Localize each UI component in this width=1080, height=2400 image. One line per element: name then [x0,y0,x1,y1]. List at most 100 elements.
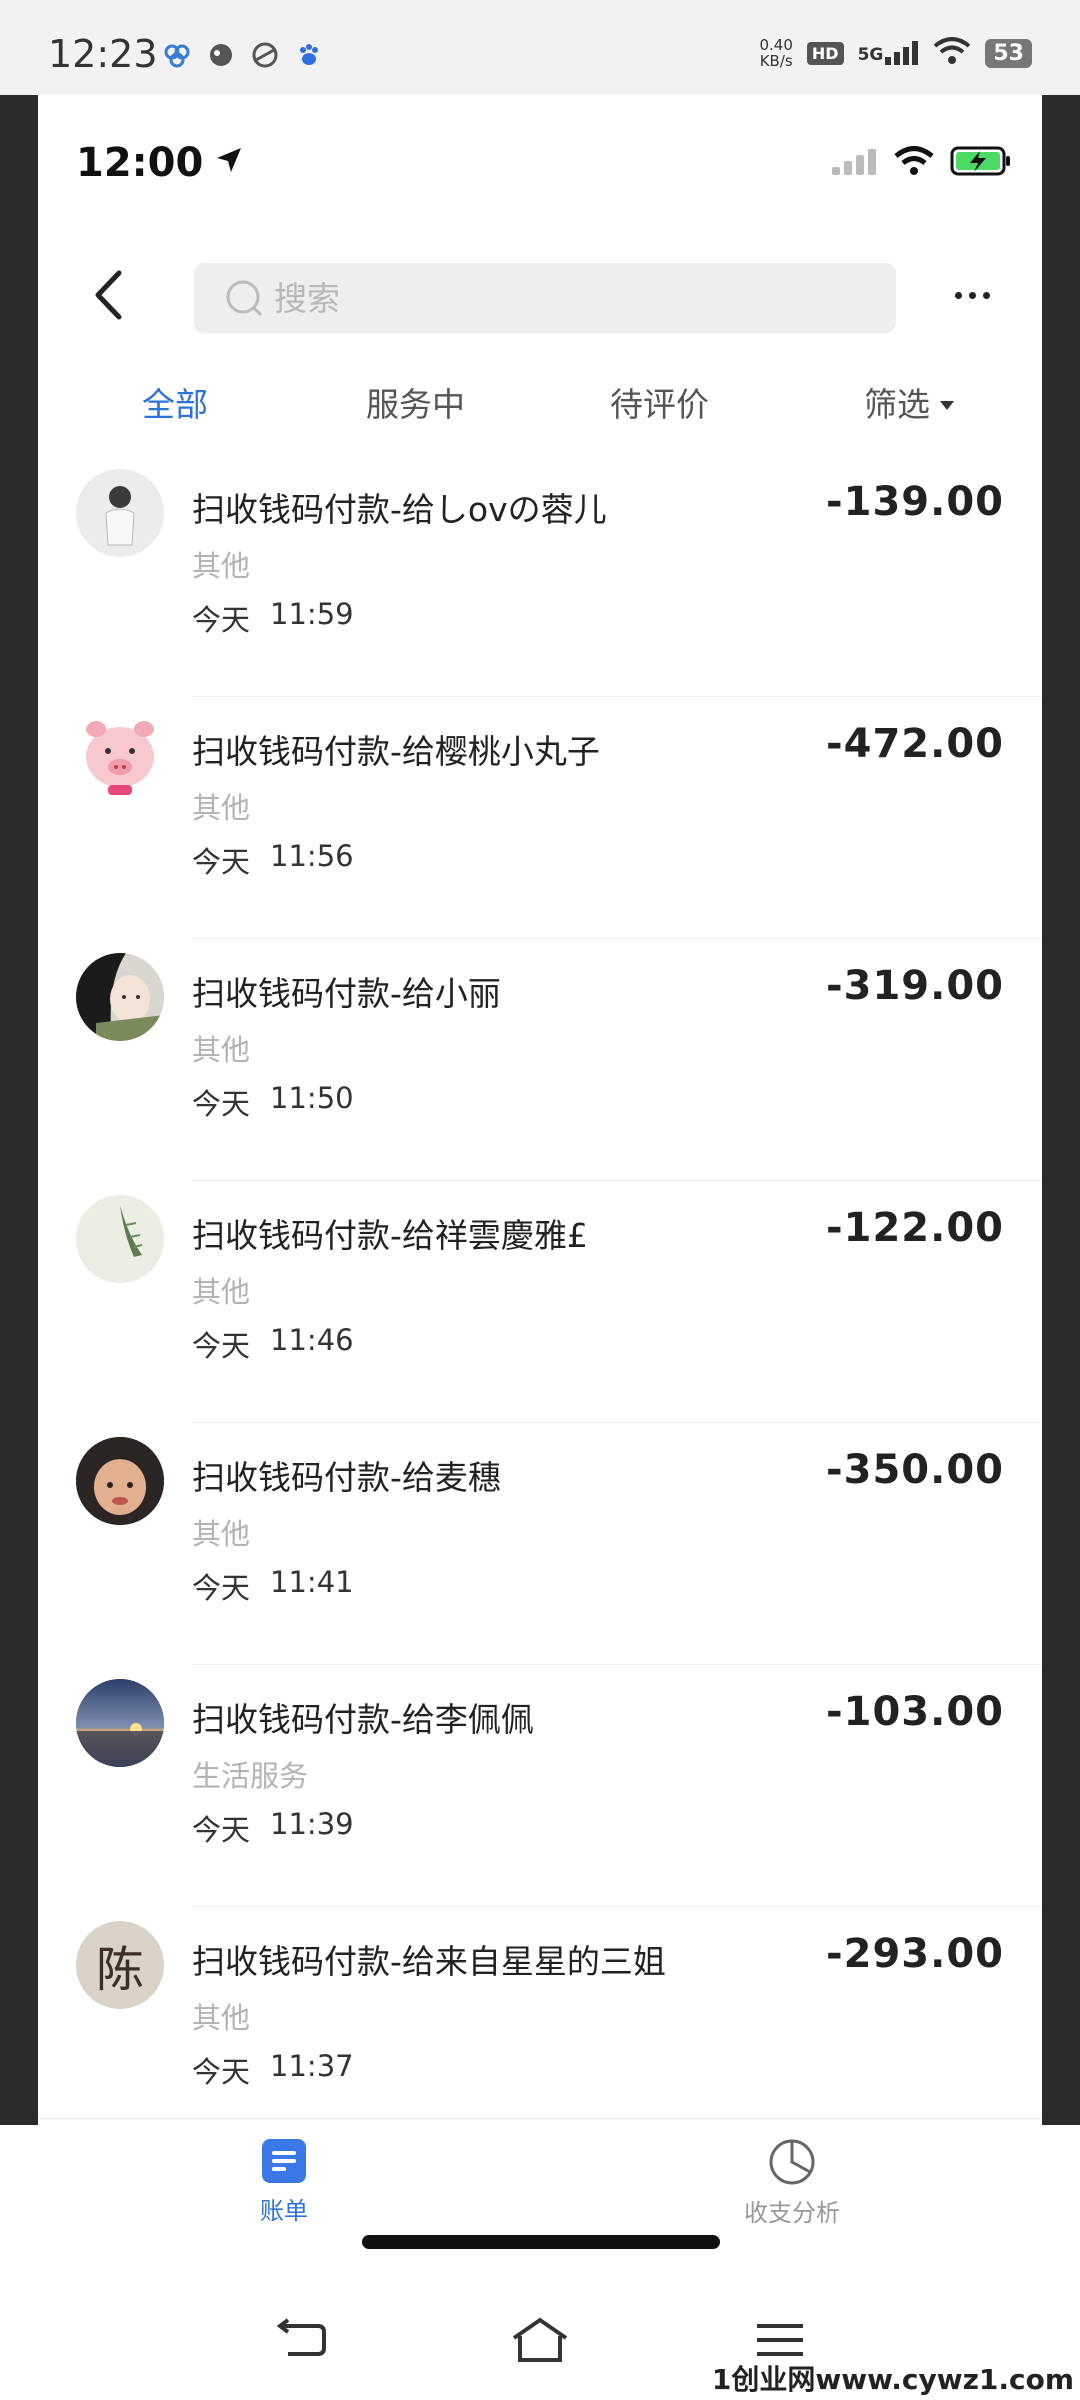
transaction-amount: -293.00 [826,1931,1004,1977]
transaction-category: 其他 [192,1033,251,1067]
transaction-category: 其他 [192,549,251,583]
chevron-left-icon [95,270,122,320]
transaction-amount: -122.00 [826,1205,1004,1251]
transaction-category: 其他 [192,1517,251,1551]
tab-all[interactable]: 全部 [142,375,208,435]
search-box[interactable] [194,263,896,333]
transaction-amount: -139.00 [826,479,1004,525]
baidu-paw-icon [294,40,324,70]
back-nav-button[interactable] [270,2315,330,2365]
transaction-amount: -319.00 [826,963,1004,1009]
transaction-amount: -103.00 [826,1689,1004,1735]
transaction-title: 扫收钱码付款-给麦穗 [192,1458,501,1497]
app-notification-icon [206,40,236,70]
cellular-signal-icon [832,147,878,179]
android-clock: 12:23 [48,32,158,76]
wifi-icon [894,146,934,180]
transaction-row[interactable]: 扫收钱码付款-给しovの蓉儿 其他 今天 11:59 -139.00 [38,455,1042,697]
battery-charging-icon [950,145,1012,181]
menu-icon [757,2324,803,2356]
android-status-right: 0.40 KB/s HD 5G 53 [759,36,1032,70]
transaction-row[interactable]: 扫收钱码付款-给小丽 其他 今天 11:50 -319.00 [38,939,1042,1181]
network-speed: 0.40 KB/s [759,36,793,70]
transaction-row[interactable]: 扫收钱码付款-给麦穗 其他 今天 11:41 -350.00 [38,1423,1042,1665]
transaction-time: 今天 11:56 [192,839,354,879]
transaction-category: 其他 [192,1275,251,1309]
bottom-tab-bar: 账单 收支分析 [38,2118,1042,2275]
filter-tabs: 全部 服务中 待评价 筛选 [38,355,1042,455]
cartoon-pig-avatar [76,711,164,799]
child-photo-avatar [76,469,164,557]
tab-in-service[interactable]: 服务中 [366,375,465,435]
transaction-row[interactable]: 扫收钱码付款-给祥雲慶雅£ 其他 今天 11:46 -122.00 [38,1181,1042,1423]
pie-chart-icon [769,2139,815,2185]
transaction-time: 今天 11:59 [192,597,354,637]
ios-status-bar: 12:00 [38,95,1042,235]
location-arrow-icon [213,140,245,186]
transaction-category: 生活服务 [192,1759,309,1793]
tab-bill[interactable]: 账单 [260,2137,308,2226]
tab-bill-label: 账单 [260,2197,308,2225]
bill-icon [262,2139,306,2183]
transaction-time: 今天 11:50 [192,1081,354,1121]
transaction-category: 其他 [192,791,251,825]
back-button[interactable] [78,265,138,325]
home-indicator[interactable] [362,2235,720,2249]
dropdown-triangle-icon [940,400,954,410]
ios-status-icons [832,145,1012,181]
transaction-time: 今天 11:39 [192,1807,354,1847]
home-nav-button[interactable] [510,2315,570,2365]
watermark-text: 1创业网www.cywz1.com [711,2363,1074,2396]
home-icon [512,2317,568,2362]
transaction-title: 扫收钱码付款-给小丽 [192,974,501,1013]
tab-analysis[interactable]: 收支分析 [744,2137,840,2228]
transaction-time: 今天 11:37 [192,2049,354,2089]
cellular-signal-icon: 5G [858,41,920,65]
transaction-amount: -350.00 [826,1447,1004,1493]
transaction-time: 今天 11:41 [192,1565,354,1605]
hd-badge: HD [806,41,844,65]
transaction-time: 今天 11:46 [192,1323,354,1363]
screen-frame-right [1042,95,1080,2125]
tab-pending-review[interactable]: 待评价 [610,375,709,435]
transaction-title: 扫收钱码付款-给樱桃小丸子 [192,732,600,771]
filter-label: 筛选 [864,385,930,424]
transaction-category: 其他 [192,2001,251,2035]
transaction-amount: -472.00 [826,721,1004,767]
more-dot-icon [968,291,976,299]
wifi-icon [933,36,971,70]
app-notification-icon [162,40,192,70]
screen: 12:23 0.40 KB/s HD 5G 53 12:00 搜索 全部 服务中… [0,0,1080,2400]
plant-photo-avatar [76,1195,164,1283]
tab-analysis-label: 收支分析 [744,2199,840,2227]
transaction-row[interactable]: 陈 扫收钱码付款-给来自星星的三姐 其他 今天 11:37 -293.00 [38,1907,1042,2149]
search-icon [226,280,263,317]
more-dot-icon [982,291,990,299]
transaction-title: 扫收钱码付款-给来自星星的三姐 [192,1942,666,1981]
screen-frame-left [0,95,38,2125]
android-status-bar: 12:23 0.40 KB/s HD 5G 53 [0,0,1080,95]
transaction-title: 扫收钱码付款-给李佩佩 [192,1700,534,1739]
text-avatar: 陈 [76,1921,164,2009]
transaction-row[interactable]: 扫收钱码付款-给李佩佩 生活服务 今天 11:39 -103.00 [38,1665,1042,1907]
more-options-button[interactable] [942,275,1002,315]
sunset-photo-avatar [76,1679,164,1767]
ios-clock: 12:00 [76,140,245,186]
transaction-title: 扫收钱码付款-给しovの蓉儿 [192,490,607,529]
girl-photo-avatar [76,953,164,1041]
battery-level: 53 [985,38,1032,68]
tab-filter[interactable]: 筛选 [864,375,954,435]
notification-icons [162,40,324,70]
back-arrow-icon [276,2318,326,2356]
app-notification-icon [250,40,280,70]
app-screen: 12:00 搜索 全部 服务中 待评价 筛选 扫收钱码付款-给しovの蓉儿 其他… [38,95,1042,2275]
baby-photo-avatar [76,1437,164,1525]
avatar-text: 陈 [95,1942,144,1998]
android-navigation-bar: 1创业网www.cywz1.com [0,2275,1080,2400]
search-input[interactable] [274,278,874,318]
transaction-title: 扫收钱码付款-给祥雲慶雅£ [192,1216,588,1255]
top-nav [38,235,1042,355]
transaction-list: 扫收钱码付款-给しovの蓉儿 其他 今天 11:59 -139.00 扫收钱码付… [38,455,1042,2149]
more-dot-icon [954,291,962,299]
transaction-row[interactable]: 扫收钱码付款-给樱桃小丸子 其他 今天 11:56 -472.00 [38,697,1042,939]
